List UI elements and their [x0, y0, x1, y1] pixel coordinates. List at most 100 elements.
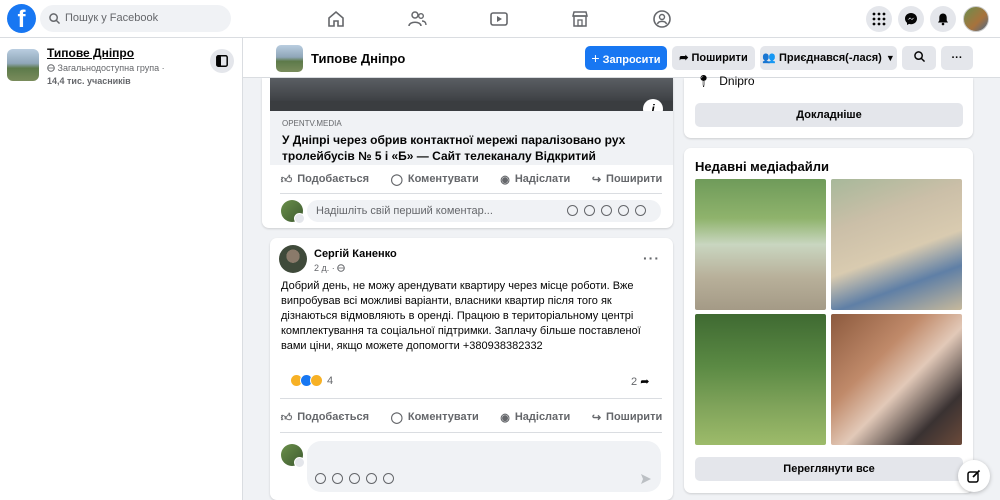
share-group-button[interactable]: ➦ Поширити	[672, 46, 755, 70]
author-avatar[interactable]	[279, 245, 307, 273]
link-preview-box[interactable]: OPENTV.MEDIA У Дніпрі через обрив контак…	[270, 111, 673, 165]
post-actions-2: 👍︎ Подобається ◯ Коментувати ◉ Надіслати ↪ П…	[270, 404, 673, 430]
bell-icon	[938, 13, 948, 26]
menu-grid-button[interactable]	[866, 6, 892, 32]
location-label: Dnipro	[719, 74, 755, 88]
share-arrow-icon: ↪	[591, 173, 602, 186]
like-label: Подобається	[297, 173, 370, 185]
group-privacy: Загальнодоступна група ·	[47, 63, 165, 73]
link-preview-image[interactable]: i	[270, 78, 673, 111]
messenger-small-icon: ◉	[500, 173, 510, 186]
search-input[interactable]: Пошук у Facebook	[40, 5, 231, 32]
like-label: Подобається	[297, 411, 370, 423]
home-icon[interactable]	[325, 8, 347, 30]
comment-input[interactable]	[307, 441, 661, 492]
link-preview-road	[270, 101, 673, 111]
recent-media-title: Недавні медіафайли	[695, 159, 829, 174]
group-type-label: Загальнодоступна група ·	[57, 63, 165, 73]
comment-label: Коментувати	[407, 411, 479, 423]
post-timestamp[interactable]: 2 д. ·	[314, 263, 346, 273]
commenter-avatar[interactable]	[281, 200, 305, 224]
friends-icon[interactable]	[406, 8, 428, 30]
commenter-avatar[interactable]	[281, 444, 305, 468]
group-search-button[interactable]	[902, 46, 936, 70]
divider	[280, 432, 662, 433]
group-more-button[interactable]: ···	[941, 46, 973, 70]
sticker-icon[interactable]	[383, 473, 394, 484]
author-name[interactable]: Сергій Каненко	[314, 248, 397, 260]
emoji-icon[interactable]	[332, 473, 343, 484]
marketplace-icon[interactable]	[569, 8, 591, 30]
comment-label: Коментувати	[407, 173, 479, 185]
compose-icon	[967, 469, 981, 483]
sidebar-toggle-icon	[216, 55, 228, 67]
notifications-button[interactable]	[930, 6, 956, 32]
like-button[interactable]: 👍︎ Подобається	[281, 173, 369, 186]
location-row: 📍︎ Dnipro	[696, 74, 755, 88]
search-placeholder: Пошук у Facebook	[65, 12, 159, 24]
share-button[interactable]: ↪ Поширити	[592, 411, 662, 424]
emoji-icon[interactable]	[584, 205, 595, 216]
globe-icon	[47, 64, 55, 72]
group-thumbnail[interactable]	[7, 49, 39, 81]
link-source: OPENTV.MEDIA	[282, 119, 342, 128]
reactions-count: 4	[327, 374, 334, 387]
shares-count[interactable]: 2 ➦	[631, 375, 649, 388]
new-message-button[interactable]	[958, 460, 990, 492]
thumbs-up-icon: 👍︎	[280, 411, 293, 424]
media-photo-sandbox[interactable]	[831, 179, 962, 310]
avatar-sticker-icon[interactable]	[315, 473, 326, 484]
group-header-bar: Типове Дніпро + Запросити ➦ Поширити 👥 Приє…	[243, 38, 1000, 78]
comment-input-icons	[315, 473, 394, 484]
gif-icon[interactable]	[366, 473, 377, 484]
send-label: Надіслати	[514, 411, 571, 423]
messenger-button[interactable]	[898, 6, 924, 32]
learn-more-button[interactable]: Докладніше	[695, 103, 963, 127]
send-button[interactable]: ◉ Надіслати	[500, 173, 570, 186]
collapse-sidebar-button[interactable]	[210, 49, 234, 73]
send-button[interactable]: ◉ Надіслати	[500, 411, 570, 424]
group-members-icon: 👥	[762, 52, 776, 64]
share-label: Поширити	[606, 173, 663, 185]
messenger-icon	[905, 13, 917, 25]
comment-bubble-icon: ◯	[390, 411, 403, 424]
sticker-icon[interactable]	[635, 205, 646, 216]
gif-icon[interactable]	[618, 205, 629, 216]
share-arrow-icon: ➦	[679, 52, 689, 64]
camera-icon[interactable]	[349, 473, 360, 484]
share-group-label: Поширити	[691, 52, 748, 64]
group-header-thumbnail[interactable]	[276, 45, 303, 72]
sad-reaction-icon	[310, 374, 323, 387]
media-photo-park[interactable]	[695, 314, 826, 445]
more-dots-icon: ···	[951, 52, 963, 64]
watch-icon[interactable]	[488, 8, 510, 30]
see-all-button[interactable]: Переглянути все	[695, 457, 963, 481]
share-button[interactable]: ↪ Поширити	[592, 173, 662, 186]
location-pin-icon: 📍︎	[696, 74, 712, 88]
share-arrow-icon: ↪	[591, 411, 602, 424]
post-options-icon[interactable]: ···	[643, 250, 660, 266]
reactions-summary[interactable]: 4	[290, 374, 333, 387]
share-arrow-icon: ➦	[640, 376, 650, 388]
post-actions-1: 👍︎ Подобається ◯ Коментувати ◉ Надіслати ↪ П…	[270, 166, 673, 192]
joined-dropdown-button[interactable]: 👥 Приєднався(-лася) ▼	[760, 46, 897, 70]
comment-button[interactable]: ◯ Коментувати	[391, 411, 479, 424]
left-sidebar: Типове Дніпро Загальнодоступна група · 1…	[0, 38, 243, 500]
divider	[280, 398, 662, 399]
avatar-sticker-icon[interactable]	[567, 205, 578, 216]
share-label: Поширити	[606, 411, 663, 423]
send-comment-icon[interactable]	[640, 473, 652, 485]
profile-avatar[interactable]	[963, 6, 989, 32]
media-photo-people-meeting[interactable]	[831, 314, 962, 445]
media-photo-playground-goal[interactable]	[695, 179, 826, 310]
group-header-name[interactable]: Типове Дніпро	[311, 51, 405, 66]
group-name-link[interactable]: Типове Дніпро	[47, 46, 134, 60]
caret-down-icon: ▼	[885, 53, 895, 63]
facebook-logo[interactable]: f	[7, 4, 36, 33]
comment-button[interactable]: ◯ Коментувати	[391, 173, 479, 186]
menu-grid-icon	[872, 12, 886, 26]
invite-button[interactable]: + Запросити	[585, 46, 667, 70]
like-button[interactable]: 👍︎ Подобається	[281, 411, 369, 424]
groups-icon[interactable]	[651, 8, 673, 30]
camera-icon[interactable]	[601, 205, 612, 216]
